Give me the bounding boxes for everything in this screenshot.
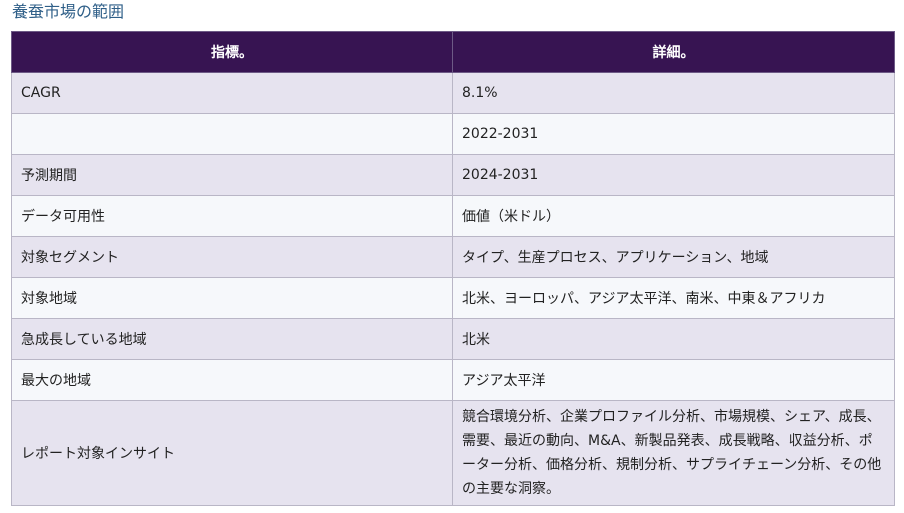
- row-metric-blank: [11, 113, 453, 155]
- row-detail-forecast-period: 2024-2031: [452, 154, 895, 196]
- header-metric: 指標。: [11, 31, 453, 73]
- row-detail-insights: 競合環境分析、企業プロファイル分析、市場規模、シェア、成長、需要、最近の動向、M…: [452, 400, 895, 506]
- row-detail-segments: タイプ、生産プロセス、アプリケーション、地域: [452, 236, 895, 278]
- row-metric-insights: レポート対象インサイト: [11, 400, 453, 506]
- table-row: 最大の地域 アジア太平洋: [11, 359, 895, 401]
- table-row: 2022-2031: [11, 113, 895, 155]
- row-metric-regions: 対象地域: [11, 277, 453, 319]
- header-detail: 詳細。: [452, 31, 895, 73]
- row-detail-cagr: 8.1%: [452, 72, 895, 114]
- row-detail-period-range: 2022-2031: [452, 113, 895, 155]
- table-header-row: 指標。 詳細。: [11, 31, 895, 73]
- table-row: 急成長している地域 北米: [11, 318, 895, 360]
- row-detail-data-availability: 価値（米ドル）: [452, 195, 895, 237]
- row-metric-forecast-period: 予測期間: [11, 154, 453, 196]
- row-detail-regions: 北米、ヨーロッパ、アジア太平洋、南米、中東＆アフリカ: [452, 277, 895, 319]
- table-row: 対象セグメント タイプ、生産プロセス、アプリケーション、地域: [11, 236, 895, 278]
- table-row: 予測期間 2024-2031: [11, 154, 895, 196]
- row-metric-data-availability: データ可用性: [11, 195, 453, 237]
- section-heading: 養蚕市場の範囲: [12, 2, 125, 21]
- row-metric-largest-region: 最大の地域: [11, 359, 453, 401]
- table-row: レポート対象インサイト 競合環境分析、企業プロファイル分析、市場規模、シェア、成…: [11, 400, 895, 506]
- market-scope-table: 指標。 詳細。 CAGR 8.1% 2022-2031 予測期間 2024-20…: [11, 31, 895, 506]
- row-detail-largest-region: アジア太平洋: [452, 359, 895, 401]
- row-metric-segments: 対象セグメント: [11, 236, 453, 278]
- row-detail-fastest-region: 北米: [452, 318, 895, 360]
- table-row: CAGR 8.1%: [11, 72, 895, 114]
- table-row: 対象地域 北米、ヨーロッパ、アジア太平洋、南米、中東＆アフリカ: [11, 277, 895, 319]
- table-row: データ可用性 価値（米ドル）: [11, 195, 895, 237]
- row-metric-fastest-region: 急成長している地域: [11, 318, 453, 360]
- row-metric-cagr: CAGR: [11, 72, 453, 114]
